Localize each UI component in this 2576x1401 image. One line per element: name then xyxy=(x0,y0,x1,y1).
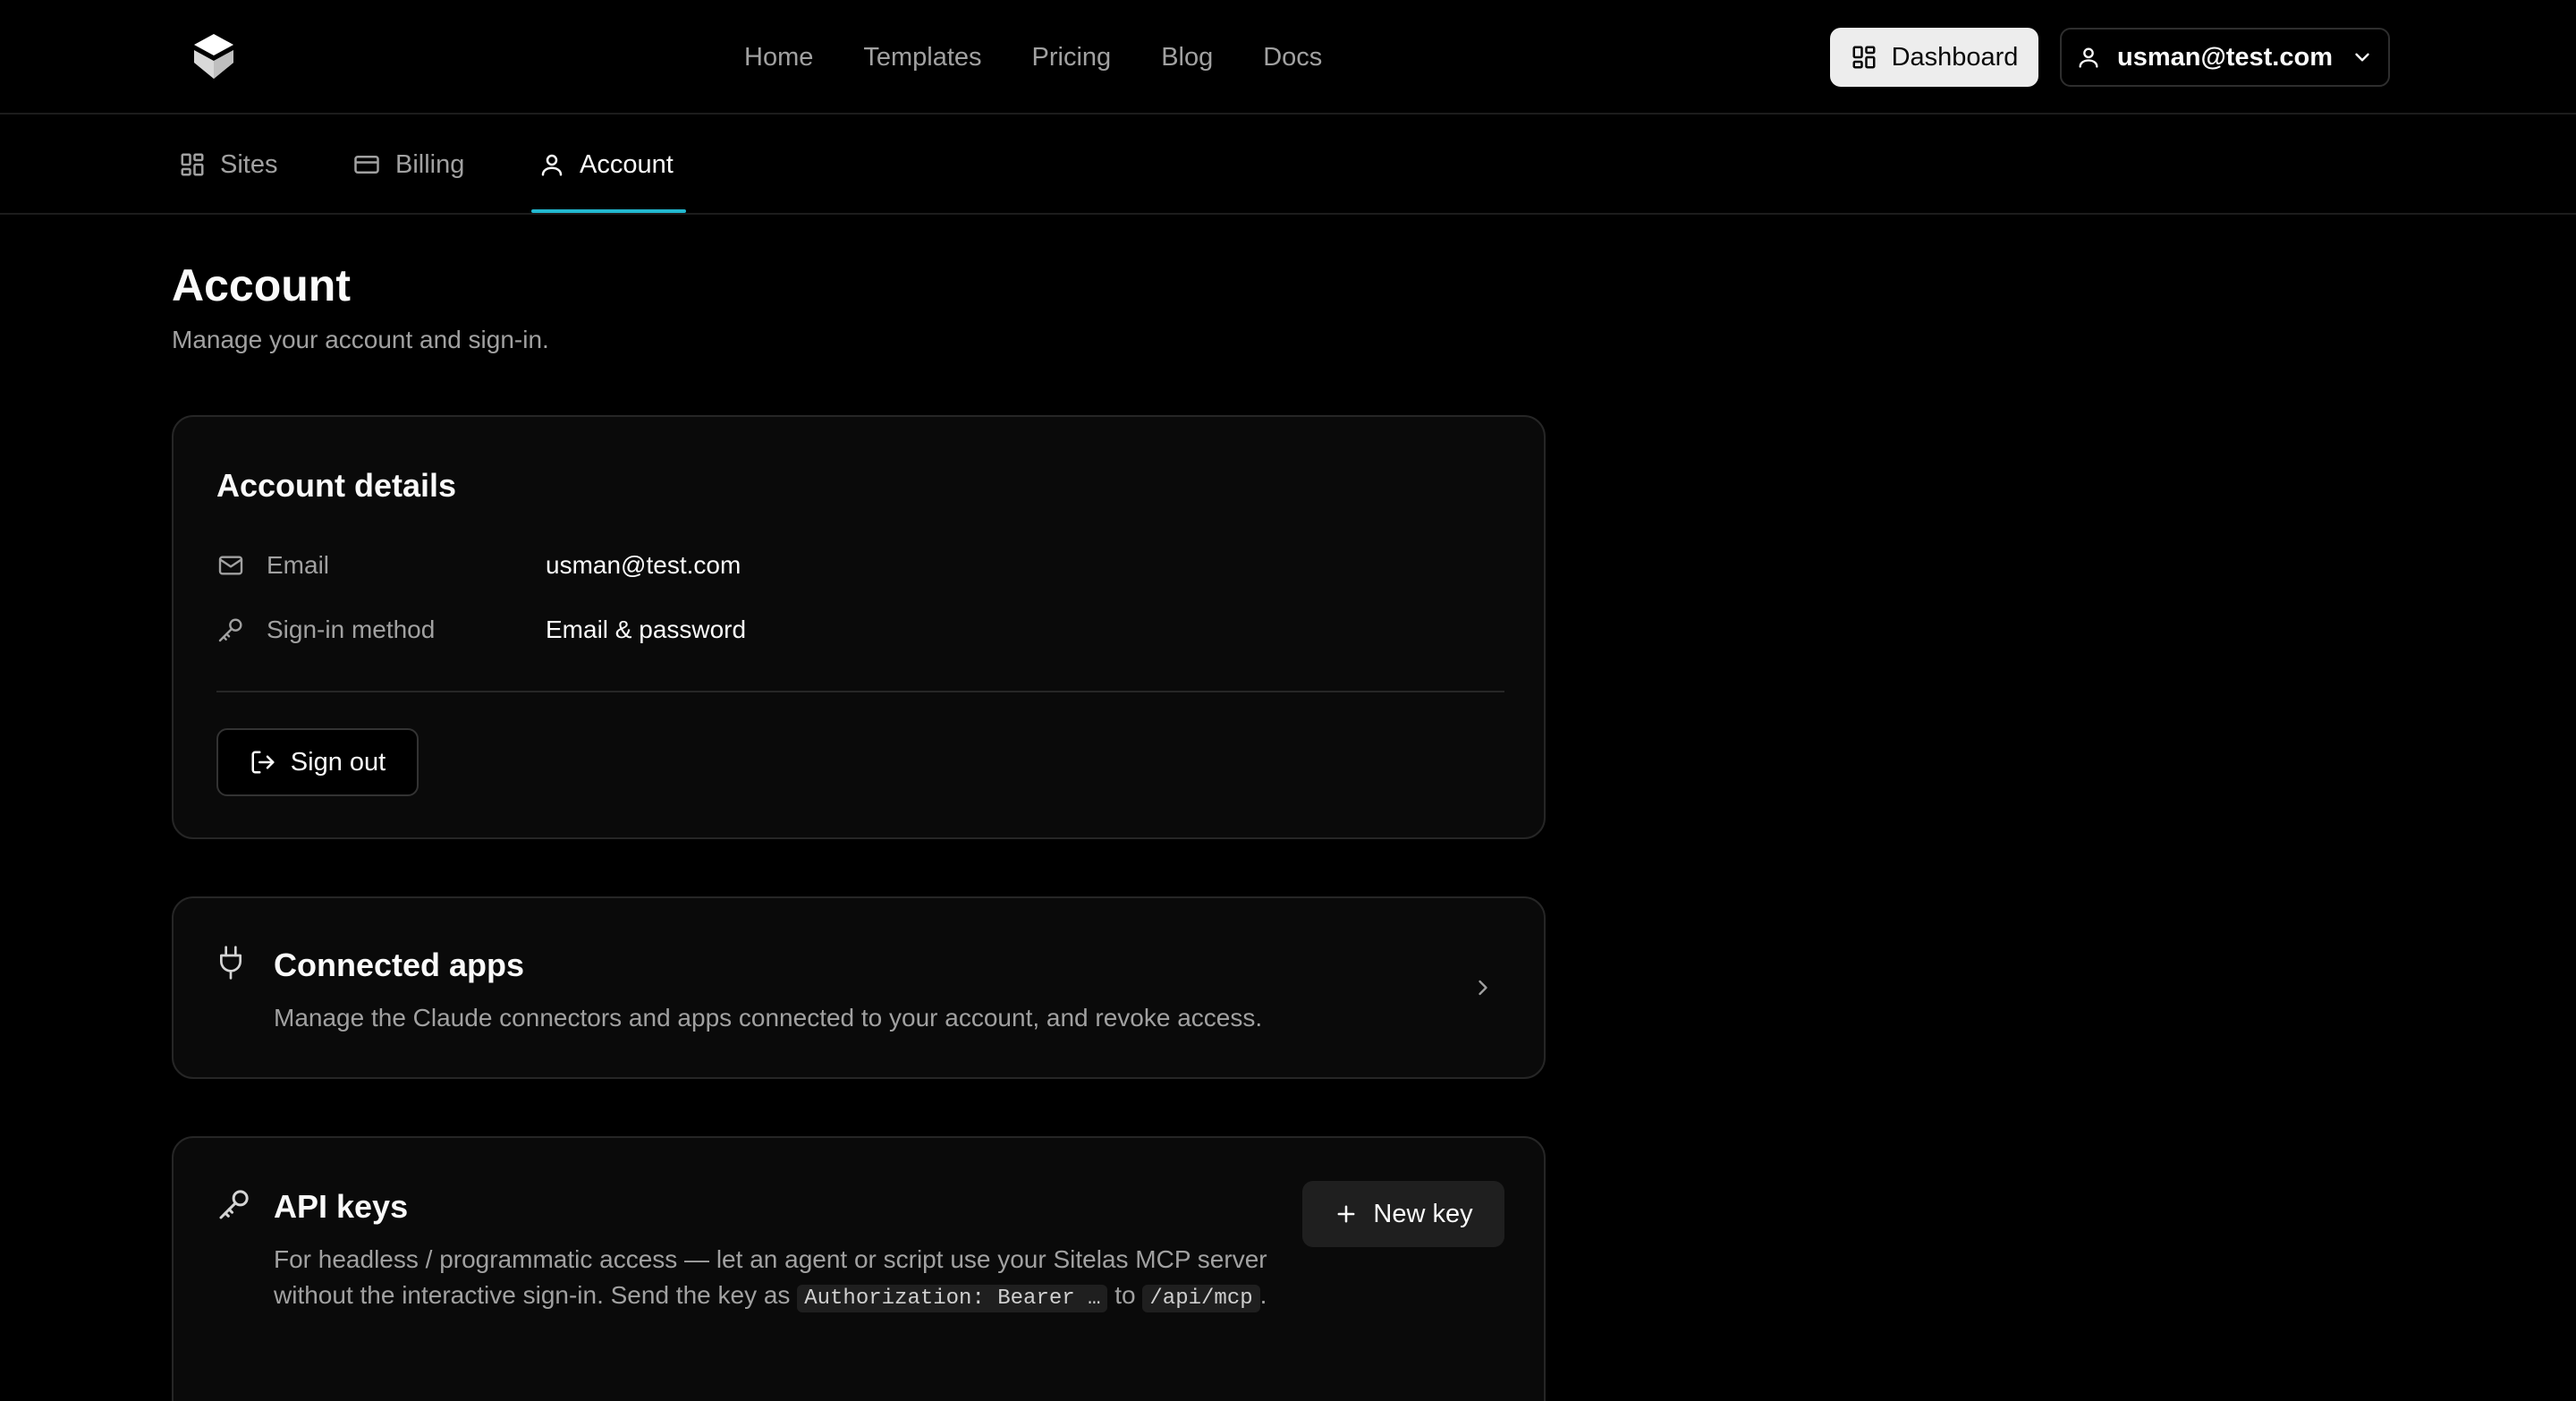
key-icon xyxy=(216,1186,252,1222)
divider xyxy=(216,691,1504,692)
user-menu-button[interactable]: usman@test.com xyxy=(2060,28,2390,87)
credit-card-icon xyxy=(352,151,395,178)
connected-apps-card[interactable]: Connected apps Manage the Claude connect… xyxy=(172,896,1546,1079)
page-subtitle: Manage your account and sign-in. xyxy=(172,326,549,353)
user-icon xyxy=(538,151,580,178)
grid-icon xyxy=(1851,44,1892,71)
nav-link-docs[interactable]: Docs xyxy=(1263,43,1322,72)
plug-icon xyxy=(216,945,245,981)
api-keys-card: API keys For headless / programmatic acc… xyxy=(172,1136,1546,1401)
plus-icon xyxy=(1334,1201,1373,1227)
new-key-button[interactable]: New key xyxy=(1302,1181,1504,1247)
email-value: usman@test.com xyxy=(546,551,741,579)
user-icon xyxy=(2076,45,2101,70)
card-description: Manage the Claude connectors and apps co… xyxy=(274,1004,1263,1032)
tab-label: Account xyxy=(580,149,674,179)
sub-nav-tabs: Sites Billing Account xyxy=(0,115,2576,215)
log-out-icon xyxy=(250,749,291,776)
tab-label: Sites xyxy=(220,149,278,179)
dashboard-button[interactable]: Dashboard xyxy=(1830,28,2038,87)
email-row: Email usman@test.com xyxy=(216,548,741,583)
nav-link-home[interactable]: Home xyxy=(744,43,813,72)
sign-out-button[interactable]: Sign out xyxy=(216,728,419,796)
nav-link-blog[interactable]: Blog xyxy=(1161,43,1213,72)
top-navbar: Home Templates Pricing Blog Docs Dashboa… xyxy=(0,0,2576,115)
card-title: API keys xyxy=(274,1188,409,1225)
grid-icon xyxy=(179,151,220,178)
description-text: . xyxy=(1259,1281,1267,1309)
tab-label: Billing xyxy=(395,149,465,179)
sign-in-method-value: Email & password xyxy=(546,616,747,643)
chevron-down-icon xyxy=(2351,46,2374,69)
tab-account[interactable]: Account xyxy=(538,115,674,215)
tab-sites[interactable]: Sites xyxy=(179,115,277,215)
account-details-card: Account details Email usman@test.com Sig… xyxy=(172,415,1546,839)
layers-logo-icon[interactable] xyxy=(191,32,236,81)
sign-in-method-row: Sign-in method Email & password xyxy=(216,612,746,648)
sign-in-method-label: Sign-in method xyxy=(267,616,436,643)
chevron-right-icon xyxy=(1470,973,1496,1002)
card-description: For headless / programmatic access — let… xyxy=(274,1242,1275,1317)
auth-header-code: Authorization: Bearer … xyxy=(797,1285,1108,1312)
card-title: Connected apps xyxy=(274,947,525,983)
nav-link-pricing[interactable]: Pricing xyxy=(1032,43,1112,72)
email-label: Email xyxy=(267,551,330,579)
sign-out-label: Sign out xyxy=(290,747,386,777)
card-title: Account details xyxy=(216,467,457,504)
main-nav: Home Templates Pricing Blog Docs xyxy=(744,0,1372,115)
dashboard-button-label: Dashboard xyxy=(1891,42,2019,72)
active-tab-indicator xyxy=(531,209,686,213)
api-path-code: /api/mcp xyxy=(1142,1285,1260,1312)
mail-icon xyxy=(216,551,245,580)
description-text: to xyxy=(1107,1281,1143,1309)
page-title: Account xyxy=(172,260,351,310)
nav-link-templates[interactable]: Templates xyxy=(863,43,981,72)
tab-billing[interactable]: Billing xyxy=(352,115,464,215)
user-email: usman@test.com xyxy=(2116,42,2333,72)
key-icon xyxy=(216,616,245,644)
new-key-label: New key xyxy=(1373,1199,1473,1228)
